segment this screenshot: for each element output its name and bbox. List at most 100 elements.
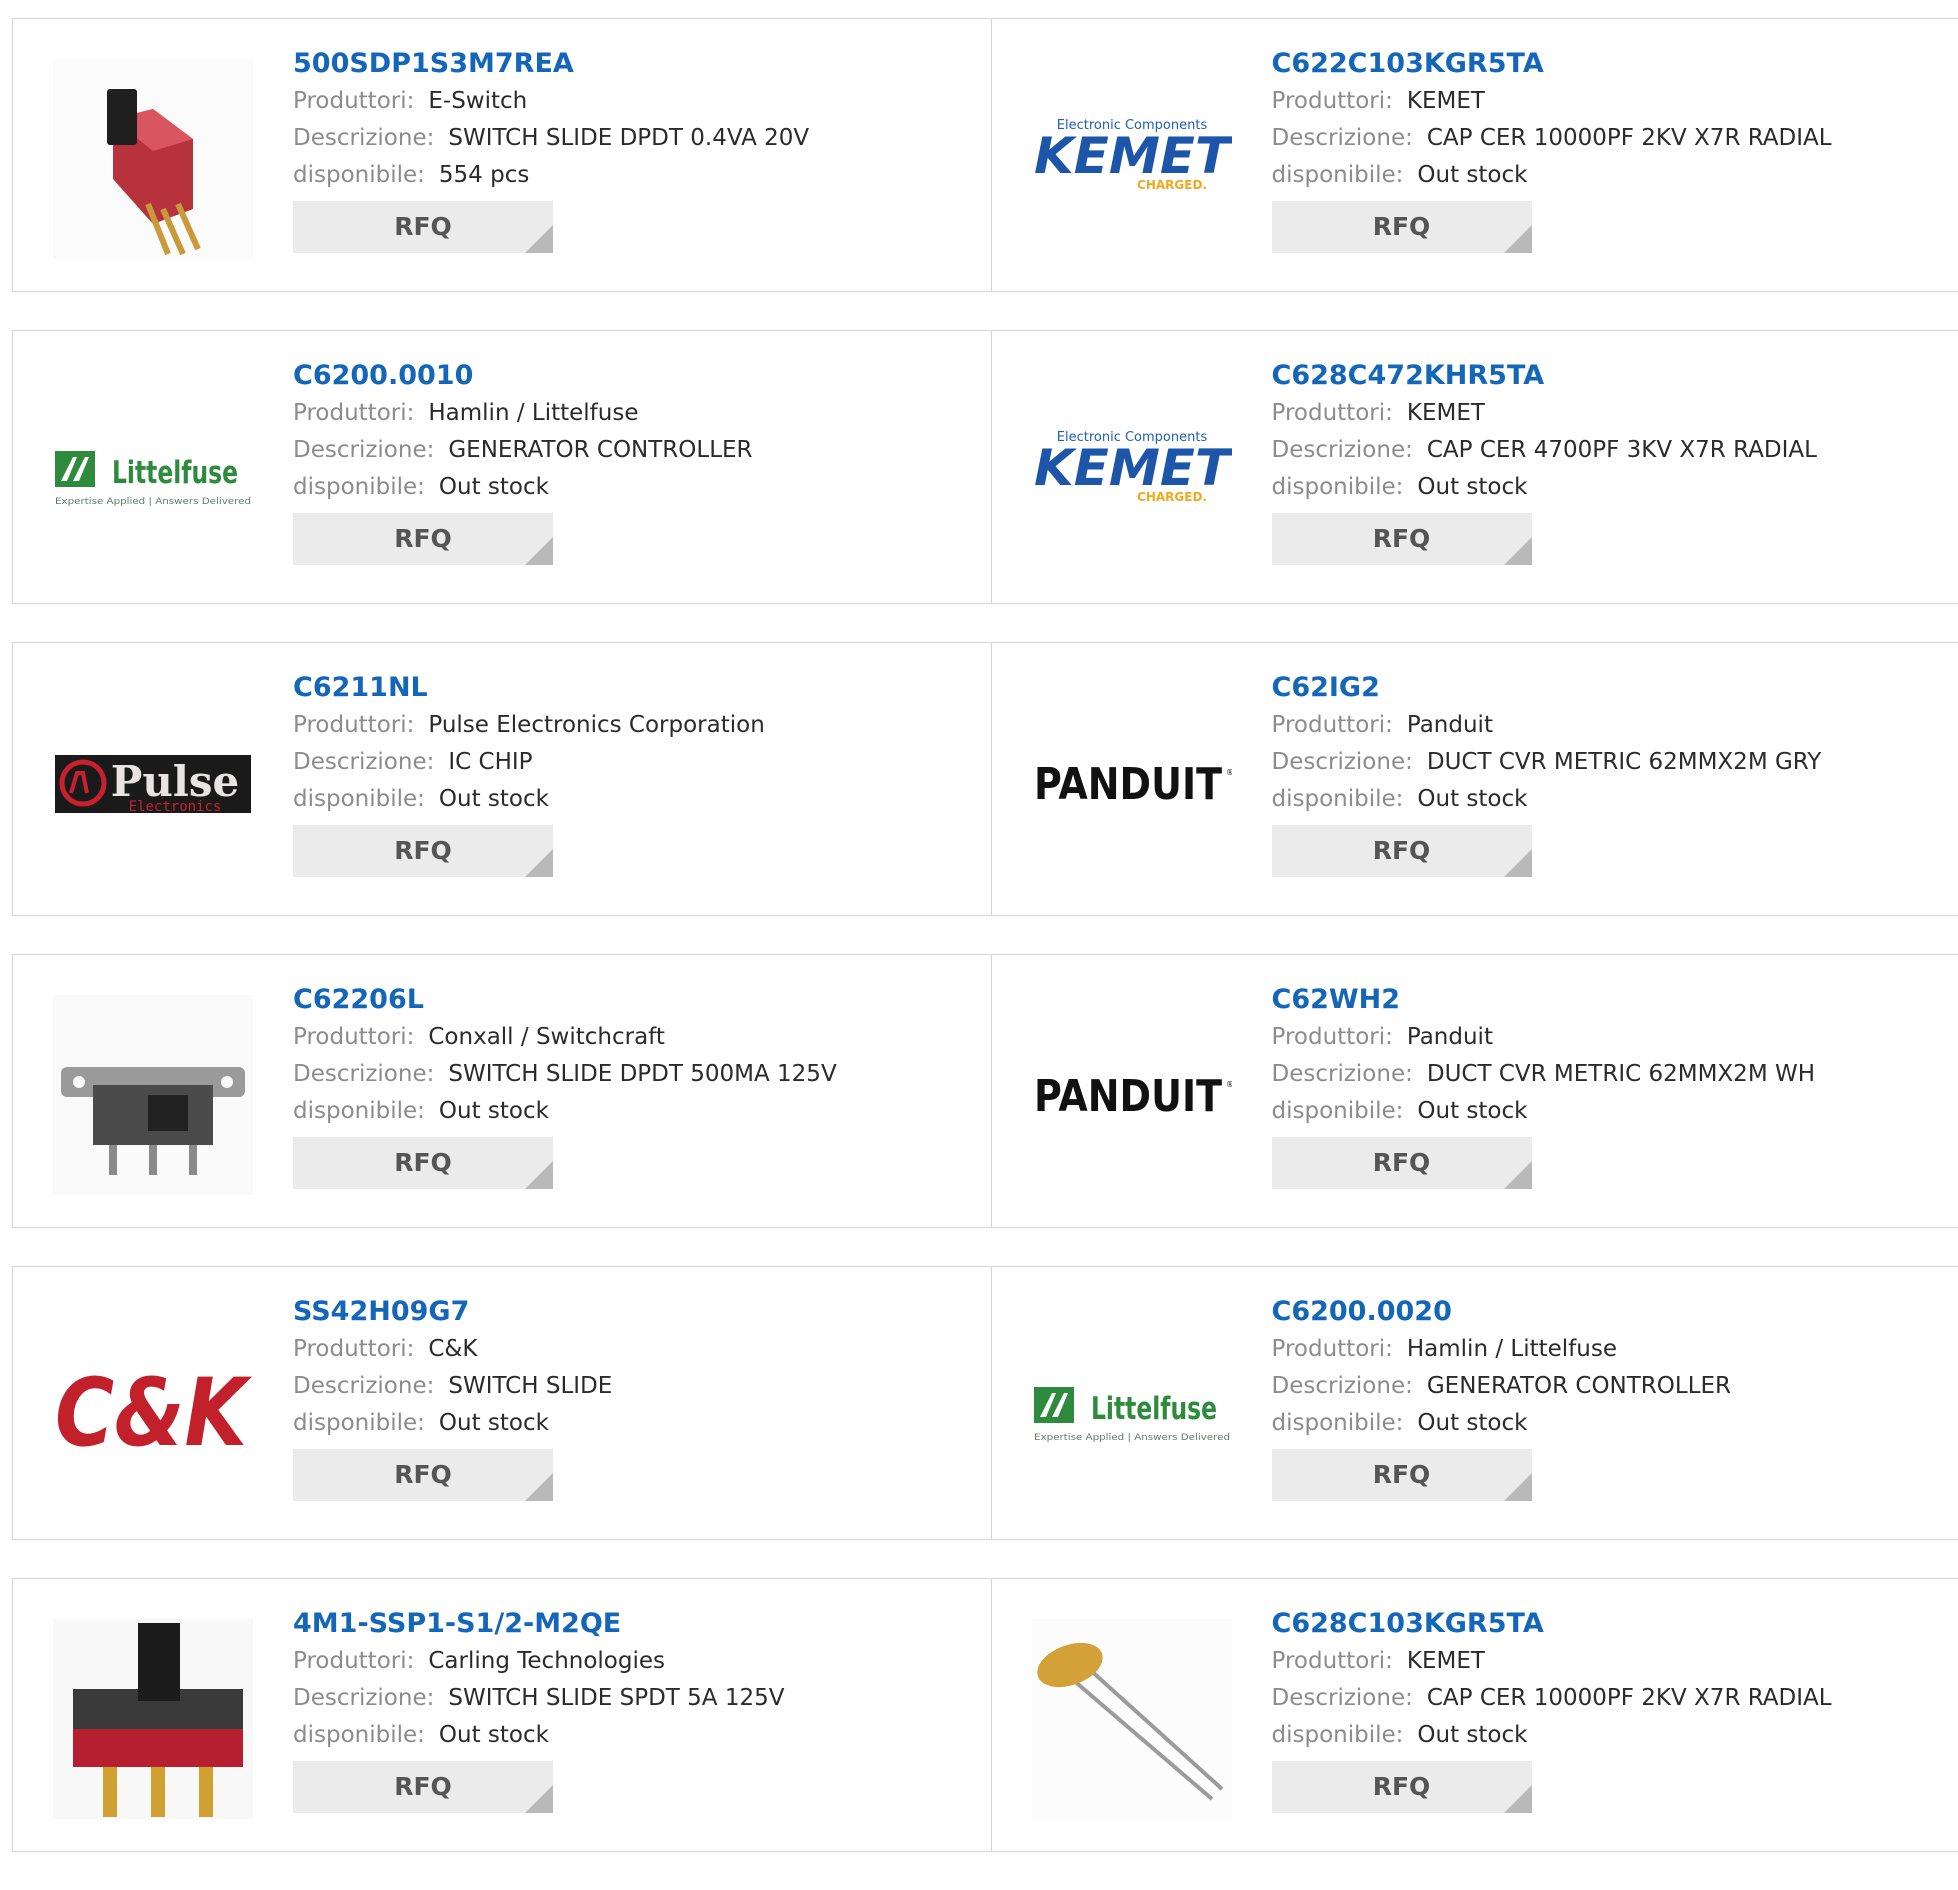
description-line: Descrizione:CAP CER 10000PF 2KV X7R RADI… [1272,1680,1939,1717]
product-row: 4M1-SSP1-S1/2-M2QE Produttori:Carling Te… [12,1578,1958,1852]
svg-text:PANDUIT: PANDUIT [1034,759,1222,810]
part-number-link[interactable]: C6211NL [293,669,971,707]
description-value: SWITCH SLIDE DPDT 0.4VA 20V [448,125,809,151]
availability-value: Out stock [439,1722,549,1748]
manufacturer-value: E-Switch [428,88,527,114]
littelfuse-logo[interactable]: Littelfuse Expertise Applied | Answers D… [1032,1307,1232,1507]
rfq-corner-decoration [525,849,553,877]
manufacturer-label: Produttori: [1272,1336,1393,1362]
rfq-label: RFQ [1373,1460,1431,1489]
availability-value: 554 pcs [439,162,529,188]
slide-switch-black-red-photo[interactable] [53,1619,253,1819]
rfq-corner-decoration [1504,849,1532,877]
panduit-logo[interactable]: PANDUIT ® [1032,683,1232,883]
part-number-link[interactable]: C62206L [293,981,971,1019]
kemet-logo[interactable]: Electronic Components KEMET CHARGED. [1032,59,1232,259]
availability-line: disponibile:Out stock [1272,157,1939,194]
rfq-button[interactable]: RFQ [1272,513,1532,565]
manufacturer-line: Produttori:Conxall / Switchcraft [293,1019,971,1056]
availability-line: disponibile:Out stock [1272,781,1939,818]
part-number-link[interactable]: 500SDP1S3M7REA [293,45,971,83]
product-card: PANDUIT ® C62WH2 Produttori:Panduit Desc… [991,955,1958,1227]
part-number-link[interactable]: C6200.0010 [293,357,971,395]
availability-label: disponibile: [1272,1098,1404,1124]
product-row: Pulse Electronics C6211NL Produttori:Pul… [12,642,1958,916]
product-grid: 500SDP1S3M7REA Produttori:E-Switch Descr… [12,18,1958,1890]
kemet-logo[interactable]: Electronic Components KEMET CHARGED. [1032,371,1232,571]
availability-label: disponibile: [293,1722,425,1748]
part-number-link[interactable]: C62WH2 [1272,981,1939,1019]
rfq-button[interactable]: RFQ [1272,201,1532,253]
description-value: SWITCH SLIDE DPDT 500MA 125V [448,1061,836,1087]
availability-line: disponibile:Out stock [1272,1405,1939,1442]
svg-text:Expertise Applied | Answers De: Expertise Applied | Answers Delivered [55,497,251,507]
rfq-button[interactable]: RFQ [293,825,553,877]
rfq-corner-decoration [1504,537,1532,565]
manufacturer-line: Produttori:Pulse Electronics Corporation [293,707,971,744]
product-info: C62WH2 Produttori:Panduit Descrizione:DU… [1272,981,1939,1189]
svg-text:Littelfuse: Littelfuse [112,455,238,491]
manufacturer-label: Produttori: [293,712,414,738]
description-line: Descrizione:SWITCH SLIDE SPDT 5A 125V [293,1680,971,1717]
manufacturer-line: Produttori:KEMET [1272,83,1939,120]
manufacturer-label: Produttori: [1272,712,1393,738]
part-number-link[interactable]: C628C472KHR5TA [1272,357,1939,395]
product-info: C628C472KHR5TA Produttori:KEMET Descrizi… [1272,357,1939,565]
rfq-label: RFQ [1373,212,1431,241]
description-label: Descrizione: [293,1061,434,1087]
manufacturer-line: Produttori:Hamlin / Littelfuse [1272,1331,1939,1368]
product-row: C62206L Produttori:Conxall / Switchcraft… [12,954,1958,1228]
product-info: C6200.0020 Produttori:Hamlin / Littelfus… [1272,1293,1939,1501]
product-card: C&K SS42H09G7 Produttori:C&K Descrizione… [13,1267,991,1539]
part-number-link[interactable]: SS42H09G7 [293,1293,971,1331]
product-info: C622C103KGR5TA Produttori:KEMET Descrizi… [1272,45,1939,253]
product-info: C62206L Produttori:Conxall / Switchcraft… [293,981,971,1189]
rfq-button[interactable]: RFQ [1272,1761,1532,1813]
ceramic-capacitor-photo[interactable] [1032,1619,1232,1819]
rfq-corner-decoration [1504,1161,1532,1189]
part-number-link[interactable]: C628C103KGR5TA [1272,1605,1939,1643]
availability-value: Out stock [1417,162,1527,188]
rfq-button[interactable]: RFQ [1272,1449,1532,1501]
availability-label: disponibile: [293,786,425,812]
littelfuse-logo[interactable]: Littelfuse Expertise Applied | Answers D… [53,371,253,571]
slide-switch-metal-photo[interactable] [53,995,253,1195]
part-number-link[interactable]: 4M1-SSP1-S1/2-M2QE [293,1605,971,1643]
rfq-label: RFQ [1373,836,1431,865]
manufacturer-line: Produttori:Panduit [1272,1019,1939,1056]
availability-line: disponibile:Out stock [293,1405,971,1442]
availability-value: Out stock [439,474,549,500]
slide-switch-red-photo[interactable] [53,59,253,259]
description-line: Descrizione:DUCT CVR METRIC 62MMX2M WH [1272,1056,1939,1093]
panduit-logo[interactable]: PANDUIT ® [1032,995,1232,1195]
part-number-link[interactable]: C62IG2 [1272,669,1939,707]
availability-line: disponibile:Out stock [293,1093,971,1130]
availability-label: disponibile: [293,162,425,188]
product-row: Littelfuse Expertise Applied | Answers D… [12,330,1958,604]
rfq-button[interactable]: RFQ [293,513,553,565]
availability-value: Out stock [1417,786,1527,812]
availability-label: disponibile: [1272,1410,1404,1436]
rfq-button[interactable]: RFQ [1272,825,1532,877]
rfq-button[interactable]: RFQ [293,1449,553,1501]
manufacturer-value: KEMET [1407,1648,1485,1674]
rfq-button[interactable]: RFQ [1272,1137,1532,1189]
part-number-link[interactable]: C622C103KGR5TA [1272,45,1939,83]
manufacturer-value: C&K [428,1336,477,1362]
manufacturer-label: Produttori: [1272,1024,1393,1050]
ck-logo[interactable]: C&K [53,1307,253,1507]
rfq-button[interactable]: RFQ [293,201,553,253]
pulse-logo[interactable]: Pulse Electronics [53,683,253,883]
rfq-label: RFQ [394,1460,452,1489]
availability-value: Out stock [439,1410,549,1436]
description-line: Descrizione:CAP CER 4700PF 3KV X7R RADIA… [1272,432,1939,469]
availability-line: disponibile:Out stock [293,469,971,506]
product-card: Electronic Components KEMET CHARGED. C62… [991,19,1958,291]
rfq-button[interactable]: RFQ [293,1137,553,1189]
manufacturer-line: Produttori:E-Switch [293,83,971,120]
rfq-button[interactable]: RFQ [293,1761,553,1813]
rfq-corner-decoration [1504,1785,1532,1813]
description-line: Descrizione:SWITCH SLIDE [293,1368,971,1405]
product-card: Electronic Components KEMET CHARGED. C62… [991,331,1958,603]
part-number-link[interactable]: C6200.0020 [1272,1293,1939,1331]
